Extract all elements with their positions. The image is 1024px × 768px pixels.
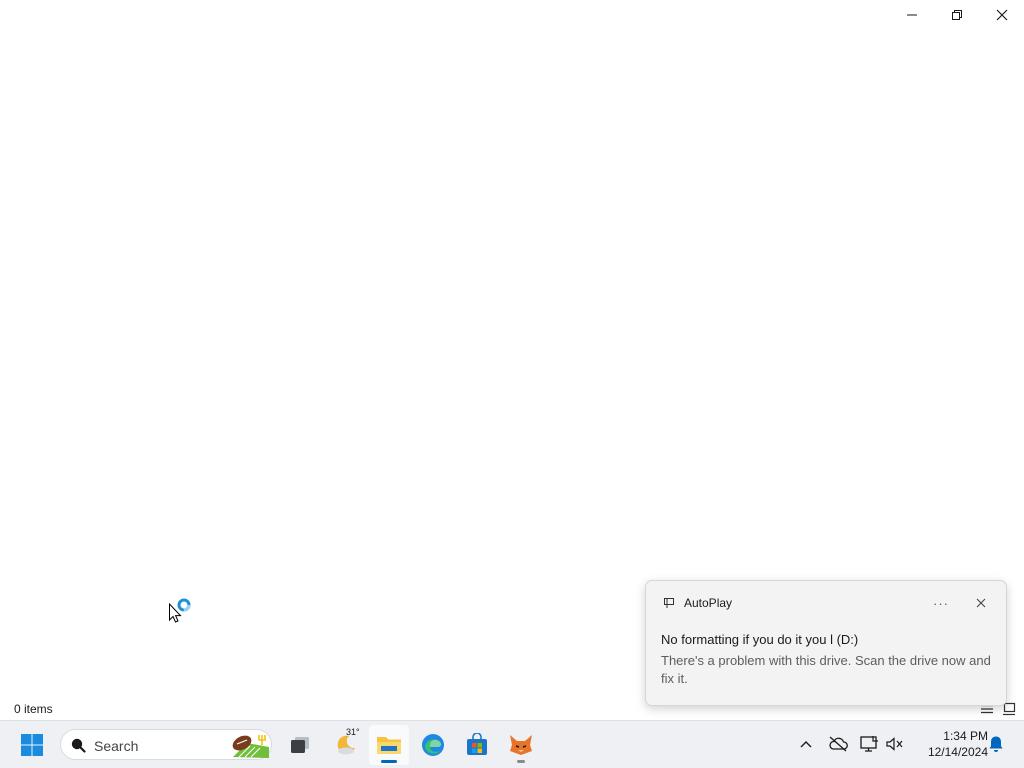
- toast-close-button[interactable]: [970, 592, 992, 614]
- onedrive-tray-icon[interactable]: [828, 734, 848, 754]
- taskbar: Search 31° 1:34 PM 12/14/2024: [0, 720, 1024, 768]
- toast-message: There's a problem with this drive. Scan …: [661, 653, 991, 686]
- network-monitor-icon: [860, 736, 878, 752]
- close-icon: [996, 9, 1007, 21]
- minimize-icon: [906, 14, 917, 16]
- mouse-cursor-busy: [168, 596, 194, 624]
- onedrive-cloud-off-icon: [829, 736, 848, 752]
- file-explorer-taskbar-button[interactable]: [369, 725, 409, 765]
- fox-icon: [510, 735, 532, 755]
- toast-header: AutoPlay ···: [646, 581, 1006, 625]
- football-field-art: [232, 735, 269, 758]
- notification-bell-icon: [989, 736, 1003, 752]
- volume-muted-icon: [886, 737, 903, 751]
- taskbar-search-box[interactable]: Search: [60, 729, 272, 760]
- notification-center-button[interactable]: [986, 734, 1006, 754]
- windows-start-icon: [21, 734, 43, 756]
- volume-tray-icon[interactable]: [885, 734, 905, 754]
- store-taskbar-button[interactable]: [457, 725, 497, 765]
- clock-time: 1:34 PM: [943, 729, 988, 743]
- show-hidden-icons-button[interactable]: [796, 734, 816, 754]
- close-button[interactable]: [979, 0, 1024, 30]
- toast-app-name: AutoPlay: [684, 596, 733, 610]
- close-icon: [976, 598, 986, 608]
- network-tray-icon[interactable]: [859, 734, 879, 754]
- minimize-button[interactable]: [889, 0, 934, 30]
- weather-temperature: 31°: [346, 727, 360, 737]
- autoplay-notification[interactable]: AutoPlay ··· No formatting if you do it …: [645, 580, 1007, 706]
- restore-button[interactable]: [934, 0, 979, 30]
- edge-taskbar-button[interactable]: [413, 725, 453, 765]
- task-view-icon: [291, 737, 309, 753]
- toast-more-options-button[interactable]: ···: [928, 591, 954, 615]
- taskbar-clock[interactable]: 1:34 PM 12/14/2024: [912, 728, 988, 760]
- store-icon: [467, 733, 487, 755]
- item-count: 0 items: [14, 702, 53, 716]
- toast-title: No formatting if you do it you l (D:): [661, 632, 859, 647]
- active-app-indicator: [381, 760, 397, 763]
- weather-widget[interactable]: 31°: [326, 725, 366, 765]
- running-app-indicator: [517, 760, 525, 763]
- clock-date: 12/14/2024: [927, 745, 988, 759]
- search-icon: [71, 738, 86, 753]
- restore-icon: [951, 10, 962, 20]
- fox-app-taskbar-button[interactable]: [501, 725, 541, 765]
- task-view-button[interactable]: [280, 725, 320, 765]
- autoplay-icon: [664, 598, 674, 608]
- chevron-up-icon: [800, 741, 812, 748]
- start-button[interactable]: [12, 725, 52, 765]
- edge-icon: [422, 734, 444, 756]
- file-explorer-icon: [377, 737, 401, 754]
- window-caption-controls: [889, 0, 1024, 30]
- search-placeholder: Search: [94, 738, 139, 754]
